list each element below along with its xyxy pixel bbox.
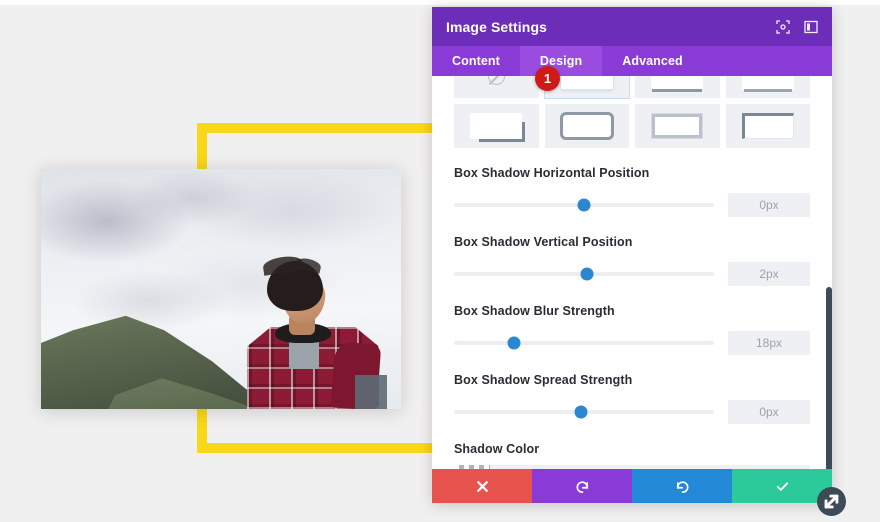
slider-row: 18px <box>454 331 810 355</box>
check-icon <box>776 481 788 491</box>
modal-scrollbar[interactable] <box>826 145 832 469</box>
shadow-swatch <box>560 76 613 89</box>
slider-track[interactable] <box>454 336 714 350</box>
preset-inset-border[interactable] <box>635 104 720 148</box>
redo-button[interactable] <box>632 469 732 503</box>
preset-bottom-line[interactable] <box>725 76 810 98</box>
screen-root: Image Settings Content Design Advanced B… <box>0 0 880 522</box>
select-color-button[interactable]: Select Color <box>490 465 810 469</box>
redo-icon <box>676 480 688 493</box>
slider-value-input[interactable]: 18px <box>728 331 810 355</box>
shadow-preset-row-2 <box>454 104 810 148</box>
page-title: Image Settings <box>446 18 547 35</box>
resize-handle[interactable] <box>817 487 846 516</box>
modal-header: Image Settings <box>432 7 832 46</box>
layout-panel-icon[interactable] <box>804 20 818 34</box>
slider-handle[interactable] <box>577 198 591 212</box>
photo-rail <box>355 375 387 409</box>
scrollbar-thumb[interactable] <box>826 287 832 469</box>
image-module-preview[interactable] <box>41 169 401 409</box>
undo-button[interactable] <box>532 469 632 503</box>
undo-icon <box>576 480 588 493</box>
slider-track[interactable] <box>454 405 714 419</box>
shadow-swatch <box>470 113 523 139</box>
slider-value-input[interactable]: 0px <box>728 193 810 217</box>
preset-top-left-edge[interactable] <box>725 104 810 148</box>
slider-value-input[interactable]: 2px <box>728 262 810 286</box>
preset-corner-offset[interactable] <box>454 104 539 148</box>
tab-advanced[interactable]: Advanced <box>602 46 703 76</box>
field-box-shadow-vertical-position: Box Shadow Vertical Position 2px <box>454 235 810 286</box>
field-label: Box Shadow Blur Strength <box>454 304 615 318</box>
modal-tabs: Content Design Advanced <box>432 46 832 76</box>
fullscreen-icon[interactable] <box>776 19 790 34</box>
no-shadow-icon <box>487 76 505 85</box>
field-shadow-color: Shadow Color Select Color <box>454 442 810 469</box>
slider-handle[interactable] <box>580 267 594 281</box>
slider-handle[interactable] <box>507 336 521 350</box>
preset-drop-down[interactable] <box>635 76 720 98</box>
field-box-shadow-spread-strength: Box Shadow Spread Strength 0px <box>454 373 810 424</box>
preset-none[interactable] <box>454 76 539 98</box>
shadow-swatch <box>741 113 794 139</box>
slider-row: 0px <box>454 400 810 424</box>
slider-row: 2px <box>454 262 810 286</box>
photo-person <box>237 254 387 409</box>
modal-body: Box Shadow Horizontal Position 0px Box S… <box>432 76 832 469</box>
image-settings-modal: Image Settings Content Design Advanced B… <box>432 7 846 516</box>
slider-row: 0px <box>454 193 810 217</box>
shadow-swatch <box>651 76 704 89</box>
slider-value-input[interactable]: 0px <box>728 400 810 424</box>
tab-content[interactable]: Content <box>432 46 520 76</box>
color-picker-row: Select Color <box>454 465 810 469</box>
annotation-badge-1: 1 <box>535 66 560 91</box>
color-swatch[interactable] <box>454 465 490 469</box>
field-label: Shadow Color <box>454 442 540 456</box>
shadow-swatch <box>559 112 614 140</box>
modal-header-icons <box>776 19 818 34</box>
diagonal-resize-icon <box>824 494 839 509</box>
cancel-button[interactable] <box>432 469 532 503</box>
field-label: Box Shadow Vertical Position <box>454 235 633 249</box>
slider-handle[interactable] <box>574 405 588 419</box>
shadow-swatch <box>741 76 794 89</box>
field-box-shadow-horizontal-position: Box Shadow Horizontal Position 0px <box>454 166 810 217</box>
modal-footer <box>432 469 846 516</box>
shadow-swatch <box>651 113 704 139</box>
preset-outline-ring[interactable] <box>544 104 629 148</box>
close-icon <box>476 480 488 492</box>
slider-track[interactable] <box>454 198 714 212</box>
shadow-preset-row-1 <box>454 76 810 99</box>
tab-design[interactable]: Design <box>519 46 603 76</box>
field-label: Box Shadow Spread Strength <box>454 373 633 387</box>
field-box-shadow-blur-strength: Box Shadow Blur Strength 18px <box>454 304 810 355</box>
slider-track[interactable] <box>454 267 714 281</box>
field-label: Box Shadow Horizontal Position <box>454 166 650 180</box>
